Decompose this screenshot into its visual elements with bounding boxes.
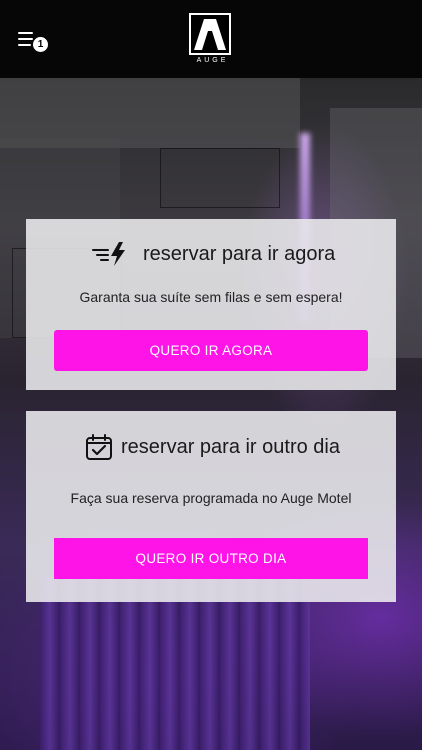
fast-lightning-icon [92, 241, 130, 267]
reserve-now-title: reservar para ir agora [143, 242, 336, 265]
go-now-button[interactable]: QUERO IR AGORA [54, 330, 368, 371]
reserve-other-day-title: reservar para ir outro dia [121, 435, 340, 458]
logo-mark [189, 13, 231, 55]
logo-a-icon [194, 19, 226, 50]
reserve-now-title-row: reservar para ir agora [92, 241, 335, 267]
notification-badge: 1 [33, 37, 48, 52]
go-other-day-button[interactable]: QUERO IR OUTRO DIA [54, 538, 368, 579]
app-header: 1 AUGE [0, 0, 422, 78]
reserve-other-day-description: Faça sua reserva programada no Auge Mote… [70, 490, 352, 506]
reserve-now-description: Garanta sua suíte sem filas e sem espera… [79, 289, 343, 305]
reserve-now-card: reservar para ir agora Garanta sua suíte… [26, 219, 396, 390]
reserve-other-day-card: reservar para ir outro dia Faça sua rese… [26, 411, 396, 602]
logo-text: AUGE [196, 57, 229, 64]
menu-button[interactable]: 1 [16, 28, 50, 54]
calendar-check-icon [85, 433, 113, 461]
reserve-other-day-title-row: reservar para ir outro dia [85, 433, 340, 461]
auge-logo: AUGE [188, 12, 234, 68]
